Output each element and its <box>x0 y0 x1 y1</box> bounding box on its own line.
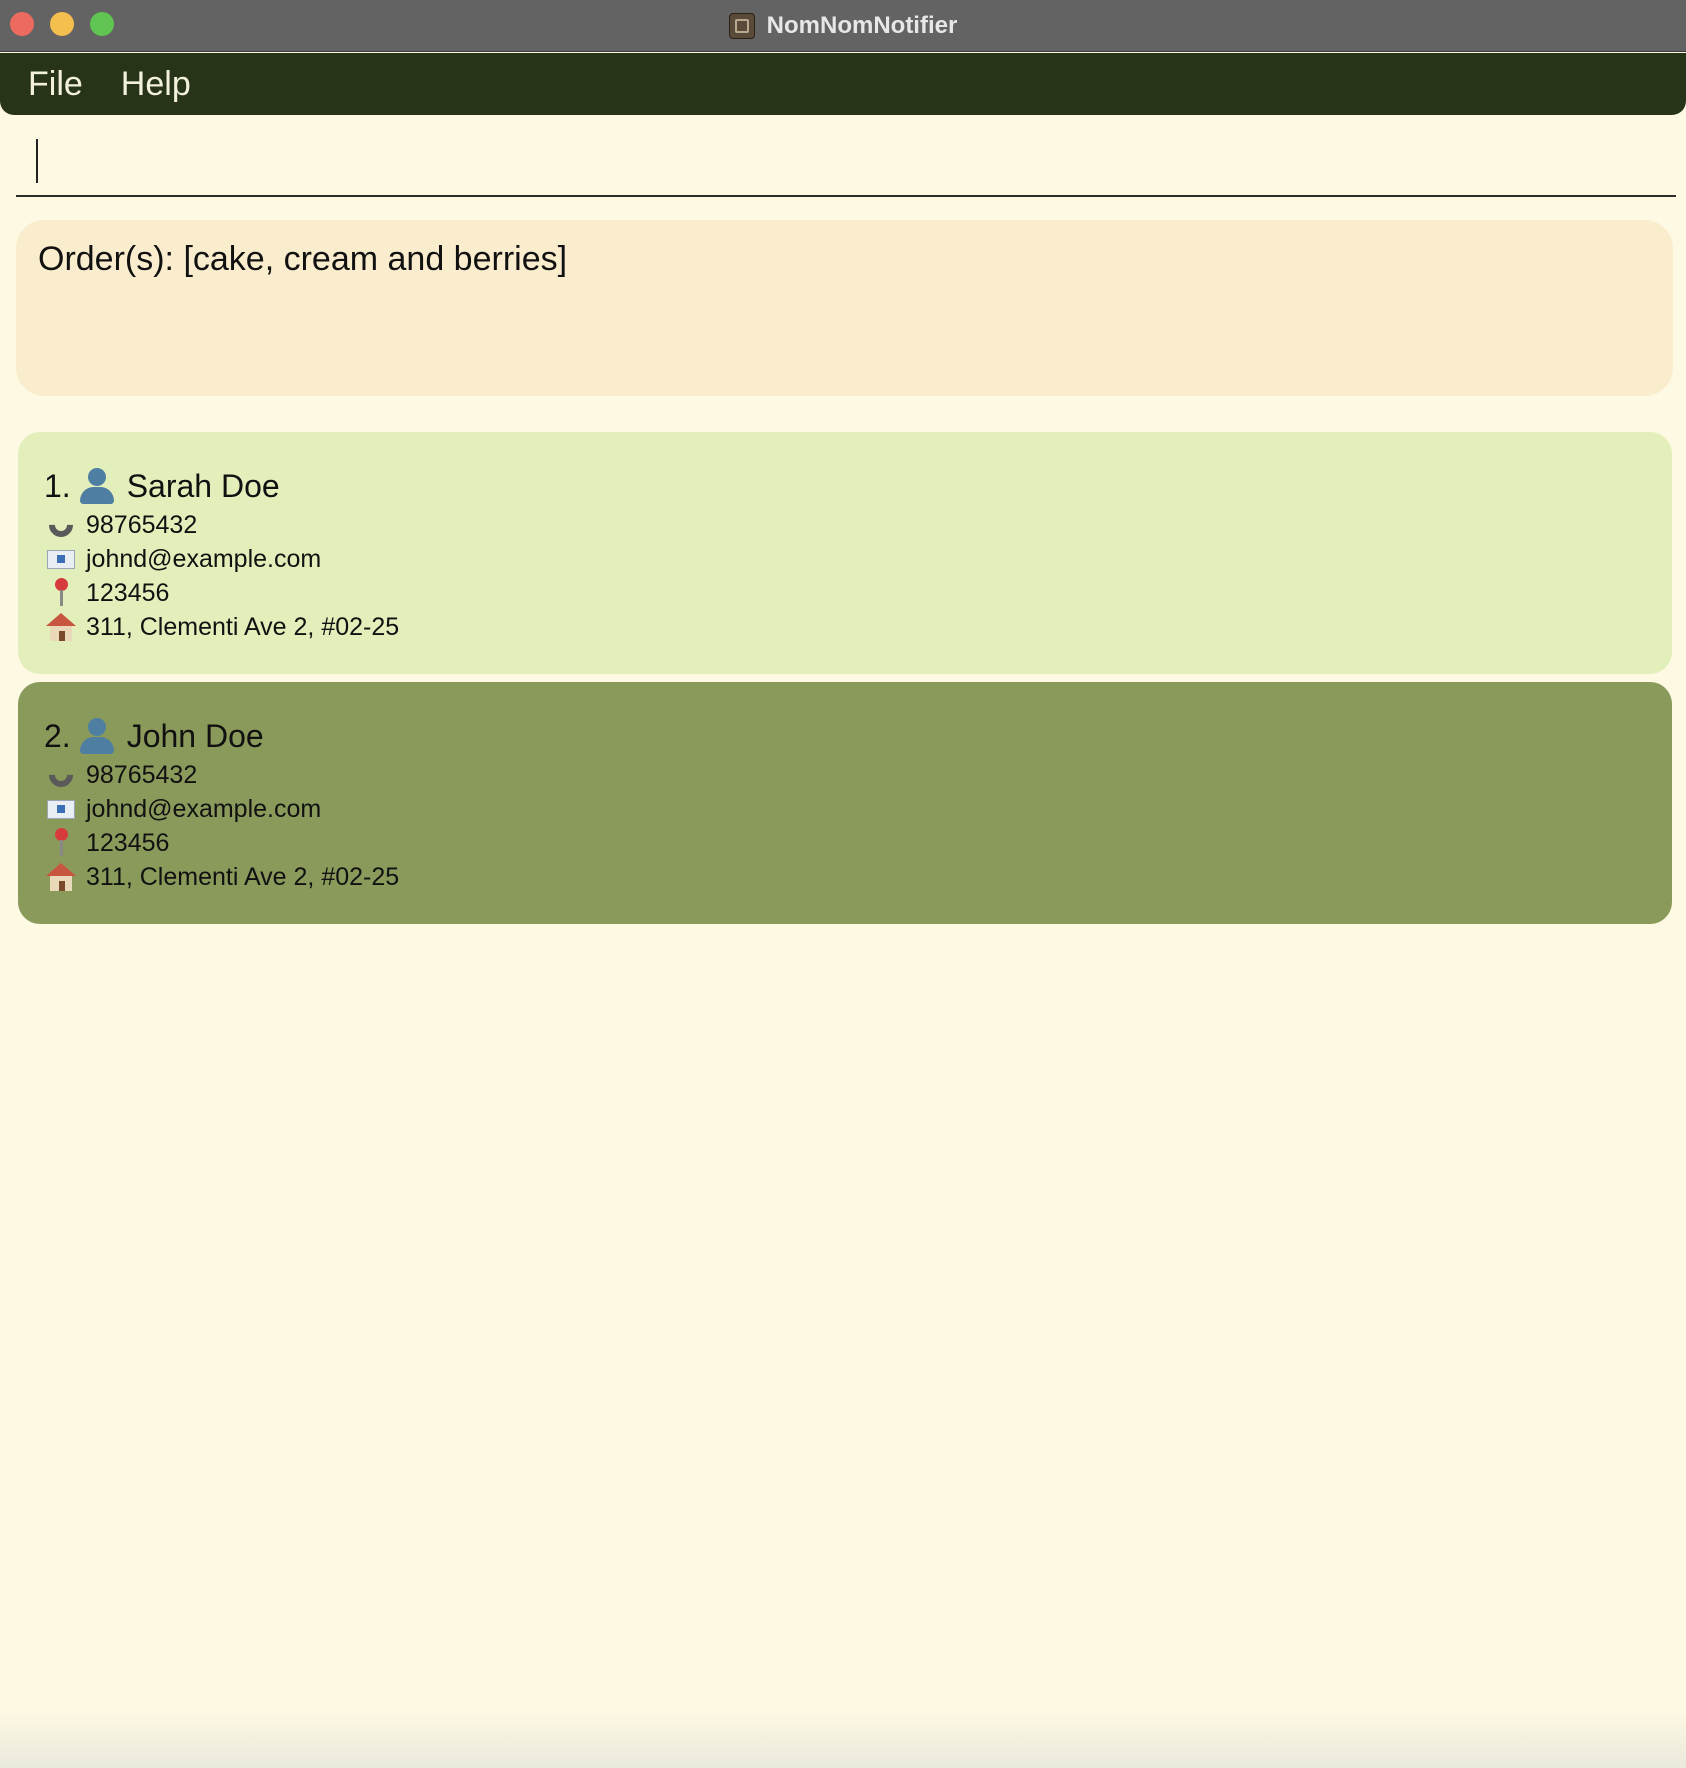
email-icon <box>44 544 78 574</box>
phone-icon <box>44 508 78 542</box>
person-address: 311, Clementi Ave 2, #02-25 <box>86 612 400 641</box>
command-box <box>16 125 1676 197</box>
address-row: 311, Clementi Ave 2, #02-25 <box>44 860 1646 894</box>
person-address: 311, Clementi Ave 2, #02-25 <box>86 862 400 891</box>
email-row: johnd@example.com <box>44 542 1646 576</box>
person-phone: 98765432 <box>86 760 198 789</box>
person-name: Sarah Doe <box>126 467 280 504</box>
pin-icon <box>44 828 78 858</box>
person-email: johnd@example.com <box>86 794 322 823</box>
person-card[interactable]: 1. Sarah Doe 98765432 johnd@example.com … <box>18 432 1672 674</box>
person-card-selected[interactable]: 2. John Doe 98765432 johnd@example.com 1… <box>18 682 1672 924</box>
window-title-group: NomNomNotifier <box>0 0 1686 52</box>
phone-row: 98765432 <box>44 758 1646 792</box>
person-index: 2. <box>44 717 71 754</box>
person-phone: 98765432 <box>86 510 198 539</box>
bottom-shade <box>0 1708 1686 1768</box>
person-name: John Doe <box>126 717 264 754</box>
pin-icon <box>44 578 78 608</box>
postal-row: 123456 <box>44 576 1646 610</box>
person-header: 2. John Doe <box>44 714 1646 758</box>
result-text: Order(s): [cake, cream and berries] <box>38 240 568 278</box>
menu-bar: File Help <box>0 53 1686 115</box>
postal-row: 123456 <box>44 826 1646 860</box>
address-row: 311, Clementi Ave 2, #02-25 <box>44 610 1646 644</box>
phone-icon <box>44 758 78 792</box>
house-icon <box>44 612 78 642</box>
person-postal: 123456 <box>86 828 170 857</box>
phone-row: 98765432 <box>44 508 1646 542</box>
command-input[interactable] <box>16 125 1676 195</box>
window-title: NomNomNotifier <box>766 12 958 39</box>
menu-file[interactable]: File <box>28 65 83 104</box>
result-display: Order(s): [cake, cream and berries] <box>16 220 1673 396</box>
person-icon <box>77 716 117 756</box>
person-header: 1. Sarah Doe <box>44 464 1646 508</box>
title-bar: NomNomNotifier <box>0 0 1686 52</box>
menu-help[interactable]: Help <box>121 65 191 104</box>
person-email: johnd@example.com <box>86 544 322 573</box>
person-index: 1. <box>44 467 71 504</box>
email-icon <box>44 794 78 824</box>
person-icon <box>77 466 117 506</box>
email-row: johnd@example.com <box>44 792 1646 826</box>
house-icon <box>44 862 78 892</box>
app-icon <box>728 13 755 39</box>
person-postal: 123456 <box>86 578 170 607</box>
text-caret <box>36 139 38 183</box>
